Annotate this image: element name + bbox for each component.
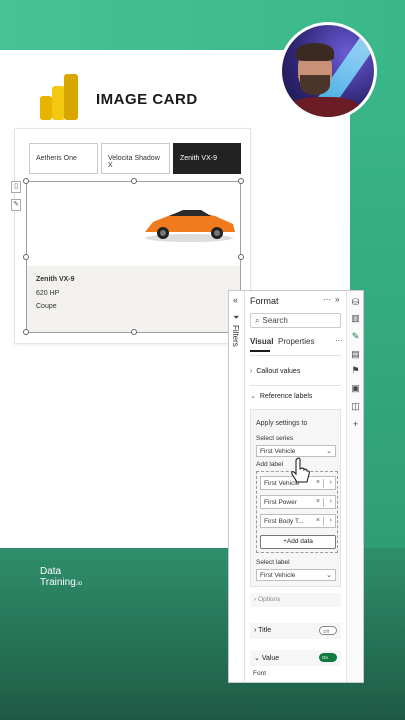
- section-label: Reference labels: [259, 393, 313, 400]
- brush-icon[interactable]: ✎: [11, 199, 21, 211]
- select-series-label: Select series: [256, 435, 294, 442]
- more-options-icon[interactable]: ⋯: [323, 295, 331, 304]
- chevron-right-icon: ›: [250, 368, 253, 375]
- hand-cursor-icon: [291, 457, 310, 483]
- format-visual-icon[interactable]: ✎: [350, 331, 361, 342]
- tab-visual[interactable]: Visual: [250, 337, 273, 346]
- build-visual-icon[interactable]: ▥: [350, 313, 361, 324]
- add-label-label: Add label: [256, 461, 284, 468]
- presenter-avatar: [279, 22, 377, 120]
- collapse-chevron-icon[interactable]: »: [335, 295, 339, 304]
- tabs-more-icon[interactable]: ⋯: [335, 336, 343, 345]
- format-pane: Format ⋯ » ⌕ Search Visual Properties ⋯ ›…: [245, 291, 361, 682]
- search-placeholder: Search: [262, 316, 288, 325]
- resize-handle[interactable]: [23, 329, 29, 335]
- label-pill-first-power[interactable]: First Power × ›: [260, 495, 336, 509]
- title-section-label: Title: [258, 627, 272, 634]
- pane-switcher: ⛁ ▥ ✎ ▤ ⚑ ▣ ◫ +: [346, 291, 363, 682]
- remove-icon[interactable]: ×: [316, 498, 320, 505]
- brand-suffix: .io: [75, 581, 83, 587]
- car-image-icon: [145, 210, 235, 242]
- divider: [250, 385, 341, 386]
- title-section[interactable]: › Title Off: [250, 623, 341, 639]
- resize-handle[interactable]: [238, 178, 244, 184]
- value-section[interactable]: ⌄ Value On: [250, 650, 341, 666]
- remove-icon[interactable]: ×: [316, 517, 320, 524]
- filter-pin-icon[interactable]: ▯: [11, 181, 21, 193]
- car-body-type: Coupe: [36, 303, 57, 310]
- resize-handle[interactable]: [131, 178, 137, 184]
- chevron-down-icon: ⌄: [254, 655, 262, 662]
- pill-label: First Power: [264, 499, 297, 506]
- search-input[interactable]: ⌕ Search: [250, 313, 341, 328]
- database-icon[interactable]: ⛁: [350, 297, 361, 308]
- chevron-down-icon: ⌄: [250, 393, 256, 400]
- title-toggle[interactable]: Off: [319, 626, 337, 635]
- select-series-dropdown[interactable]: First Vehicle ⌄: [256, 445, 336, 457]
- filter-icon: ⏷: [233, 313, 240, 322]
- resize-handle[interactable]: [131, 329, 137, 335]
- resize-handle[interactable]: [23, 254, 29, 260]
- tab-properties[interactable]: Properties: [278, 337, 314, 346]
- expand-chevron-icon[interactable]: «: [233, 295, 238, 305]
- options-section[interactable]: › Options: [250, 593, 341, 607]
- filters-label: Filters: [231, 325, 240, 347]
- image-card[interactable]: Zenith VX-9 620 HP Coupe: [23, 178, 244, 335]
- apply-settings-label: Apply settings to: [256, 420, 308, 427]
- options-label: Options: [257, 596, 281, 603]
- tab-zenith-vx9[interactable]: Zenith VX-9: [173, 143, 241, 174]
- select-label-dropdown[interactable]: First Vehicle ⌄: [256, 569, 336, 581]
- car-info-area: Zenith VX-9 620 HP Coupe: [27, 266, 240, 332]
- active-tab-underline: [250, 350, 270, 352]
- section-reference-labels[interactable]: ⌄ Reference labels: [250, 392, 341, 408]
- chevron-right-icon[interactable]: ›: [330, 498, 332, 505]
- brand-mark: Data Training.io: [40, 566, 82, 590]
- chevron-right-icon[interactable]: ›: [330, 517, 332, 524]
- brand-line-2: Training: [40, 577, 76, 588]
- page-heading: IMAGE CARD: [96, 91, 198, 108]
- chevron-down-icon: ⌄: [326, 572, 332, 579]
- pill-label: First Body T...: [264, 518, 304, 525]
- format-tabs: Visual Properties ⋯: [250, 336, 345, 352]
- analytics-icon[interactable]: ▤: [350, 349, 361, 360]
- format-pane-title: Format: [250, 296, 279, 306]
- tab-velocita-shadow-x[interactable]: Velocita Shadow X: [101, 143, 170, 174]
- resize-handle[interactable]: [238, 254, 244, 260]
- image-card-visual-container: Aetheris One Velocita Shadow X Zenith VX…: [11, 128, 251, 344]
- power-bi-logo-icon: [40, 74, 80, 120]
- filters-pane-collapsed[interactable]: « ⏷ Filters: [229, 291, 245, 682]
- select-label-label: Select label: [256, 559, 290, 566]
- add-data-button[interactable]: +Add data: [260, 535, 336, 549]
- section-callout-values[interactable]: › Callout values: [250, 368, 341, 384]
- visual-side-tools: ▯ ✎: [11, 181, 21, 217]
- format-panel: « ⏷ Filters Format ⋯ » ⌕ Search Visual Pr…: [228, 290, 364, 683]
- chevron-right-icon: ›: [254, 596, 257, 603]
- divider: [250, 355, 341, 356]
- chevron-right-icon[interactable]: ›: [330, 479, 332, 486]
- car-name: Zenith VX-9: [36, 276, 75, 283]
- bookmark-icon[interactable]: ⚑: [350, 365, 361, 376]
- car-power: 620 HP: [36, 290, 60, 297]
- font-label: Font: [253, 670, 267, 677]
- dropdown-value: First Vehicle: [260, 448, 296, 455]
- brand-line-1: Data: [40, 566, 62, 577]
- remove-icon[interactable]: ×: [316, 479, 320, 486]
- label-pill-first-body-type[interactable]: First Body T... × ›: [260, 514, 336, 528]
- value-section-label: Value: [261, 655, 280, 662]
- chevron-down-icon: ⌄: [326, 448, 332, 455]
- car-image-area: [27, 182, 240, 266]
- performance-icon[interactable]: ◫: [350, 401, 361, 412]
- tab-aetheris-one[interactable]: Aetheris One: [29, 143, 98, 174]
- reference-labels-settings: Apply settings to Select series First Ve…: [250, 409, 341, 587]
- section-label: Callout values: [256, 368, 301, 375]
- resize-handle[interactable]: [23, 178, 29, 184]
- dropdown-value: First Vehicle: [260, 572, 296, 579]
- selection-icon[interactable]: ▣: [350, 383, 361, 394]
- add-pane-icon[interactable]: +: [350, 419, 361, 430]
- value-toggle[interactable]: On: [319, 653, 337, 662]
- search-icon: ⌕: [255, 316, 260, 325]
